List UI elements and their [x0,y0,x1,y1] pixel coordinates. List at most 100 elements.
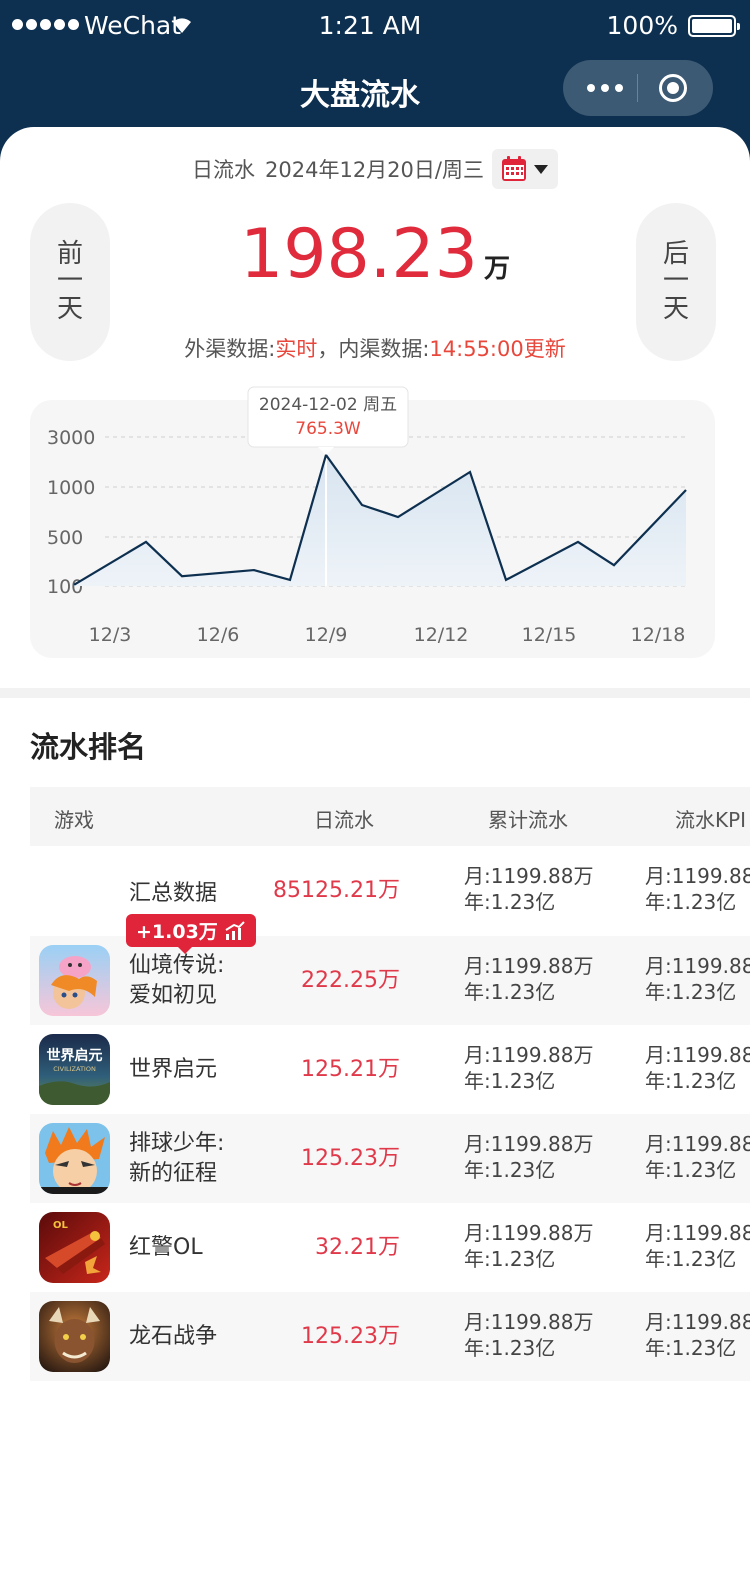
y-tick-label: 100 [47,576,83,598]
hongjing-icon: OL [39,1212,110,1283]
cum-month: 月:1199.88万 [464,954,594,978]
table-row[interactable]: 龙石战争 125.23万 月:1199.88万 年:1.23亿 月:1199.88… [30,1292,750,1381]
capsule-divider [637,74,638,102]
svg-text:OL: OL [53,1220,69,1231]
row-name-line: 红警OL [129,1234,203,1260]
longshi-icon [39,1301,110,1372]
row-name-line: 仙境传说: [129,952,225,978]
col-header-daily[interactable]: 日流水 [314,804,374,833]
cum-month: 月:1199.88万 [464,1132,594,1156]
external-label: 外渠数据: [184,337,276,361]
data-sync-status: 外渠数据:实时，内渠数据:14:55:00更新 [0,333,750,363]
kpi-month: 月:1199.88万 [645,1221,750,1245]
tooltip-value: 765.3W [295,419,361,439]
cum-month: 月:1199.88万 [464,1221,594,1245]
cum-year: 年:1.23亿 [464,890,556,914]
table-row[interactable]: 世界启元 CIVILIZATION 世界启元 125.21万 月:1199.88… [30,1025,750,1114]
trend-up-icon [225,920,245,940]
status-bar: WeChat 1:21 AM 100% [0,0,750,52]
row-name-line: 世界启元 [129,1056,218,1082]
kpi-year: 年:1.23亿 [645,1158,737,1182]
row-name: 排球少年: 新的征程 [129,1114,224,1203]
row-name-line: 排球少年: [129,1130,225,1156]
section-divider [0,688,750,698]
daily-revenue-label: 日流水 [192,158,256,182]
row-daily: 85125.21万 [273,878,400,903]
xianjing-icon [39,945,110,1016]
external-value: 实时 [275,337,318,361]
x-tick-label: 12/6 [197,624,240,646]
cum-year: 年:1.23亿 [464,1069,556,1093]
next-day-char: 天 [662,293,689,324]
calendar-icon [501,156,526,181]
kpi-year: 年:1.23亿 [645,1336,737,1360]
cum-year: 年:1.23亿 [464,1158,556,1182]
close-target-icon[interactable] [659,74,687,102]
current-date: 2024年12月20日/周三 [265,158,484,182]
revenue-trend-chart[interactable]: 3000 1000 500 100 12/3 12/6 12/9 12/12 12/15 12/1… [30,386,715,658]
row-daily: 125.23万 [301,1324,400,1349]
tooltip-arrow [318,447,334,455]
series-area [74,455,686,586]
y-tick-label: 500 [47,527,83,549]
row-name: 仙境传说: 爱如初见 [129,936,224,1025]
row-name: 世界启元 [129,1025,217,1114]
amount-unit: 万 [483,254,510,284]
internal-value: 14:55:00更新 [429,337,566,361]
kpi-month: 月:1199.88万 [645,864,750,888]
battery-percent: 100% [606,11,678,40]
next-day-char: 一 [662,266,689,297]
table-row[interactable]: OL 红警OL 32.21万 月:1199.88万 年:1.23亿 月:1199.… [30,1203,750,1292]
row-name-line: 爱如初见 [129,982,218,1008]
col-header-cumulative[interactable]: 累计流水 [488,804,568,833]
kpi-year: 年:1.23亿 [645,980,737,1004]
ranking-table: 游戏 日流水 累计流水 流水KPI 汇总数据 85125.21万 月:1199.… [30,787,750,1381]
kpi-month: 月:1199.88万 [645,1310,750,1334]
mini-program-capsule [563,60,713,116]
row-name: 红警OL [129,1203,203,1292]
row-cumulative: 月:1199.88万 年:1.23亿 [464,1131,593,1183]
row-name-line: 新的征程 [129,1160,218,1186]
badge-value: +1.03万 [136,921,218,943]
x-tick-label: 12/9 [305,624,348,646]
sync-separator: ， [317,337,339,361]
row-daily: 125.21万 [301,1057,400,1082]
next-day-char: 后 [662,239,689,270]
row-kpi: 月:1199.88万年:1.23亿 [645,1309,750,1361]
cum-month: 月:1199.88万 [464,864,594,888]
ranking-title: 流水排名 [30,730,147,764]
kpi-month: 月:1199.88万 [645,1043,750,1067]
x-tick-label: 12/18 [631,624,686,646]
icon-label: 世界启元 [47,1047,103,1064]
y-tick-label: 1000 [47,477,95,499]
table-row[interactable]: 排球少年: 新的征程 125.23万 月:1199.88万 年:1.23亿 月:1… [30,1114,750,1203]
table-header: 游戏 日流水 累计流水 流水KPI [30,787,750,846]
amount-value: 198.23 [240,215,478,294]
row-kpi: 月:1199.88万年:1.23亿 [645,1220,750,1272]
row-cumulative: 月:1199.88万 年:1.23亿 [464,863,593,915]
kpi-year: 年:1.23亿 [645,1069,737,1093]
calendar-button[interactable] [491,149,558,189]
kpi-month: 月:1199.88万 [645,1132,750,1156]
more-icon[interactable] [587,84,623,92]
table-row-summary[interactable]: 汇总数据 85125.21万 月:1199.88万 年:1.23亿 月:1199.… [30,846,750,954]
paiqiu-icon [39,1123,110,1194]
row-daily: 32.21万 [315,1235,400,1260]
kpi-year: 年:1.23亿 [645,1247,737,1271]
row-kpi: 月:1199.88万年:1.23亿 [645,1131,750,1183]
chart-svg: 3000 1000 500 100 12/3 12/6 12/9 12/12 12/15 12/1… [47,386,687,646]
y-tick-label: 3000 [47,427,95,449]
x-tick-label: 12/15 [522,624,577,646]
table-row[interactable]: 仙境传说: 爱如初见 222.25万 月:1199.88万 年:1.23亿 月:1… [30,936,750,1025]
cum-year: 年:1.23亿 [464,980,556,1004]
growth-badge: +1.03万 [126,914,256,954]
row-cumulative: 月:1199.88万 年:1.23亿 [464,1042,593,1094]
chevron-down-icon [533,165,548,174]
col-header-game: 游戏 [54,808,94,832]
col-header-kpi[interactable]: 流水KPI [675,804,746,833]
row-cumulative: 月:1199.88万 年:1.23亿 [464,953,593,1005]
row-kpi: 月:1199.88万年:1.23亿 [645,953,750,1005]
row-cumulative: 月:1199.88万 年:1.23亿 [464,1220,593,1272]
shijie-qiyuan-icon: 世界启元 CIVILIZATION [39,1034,110,1105]
row-name-line: 汇总数据 [129,880,218,906]
